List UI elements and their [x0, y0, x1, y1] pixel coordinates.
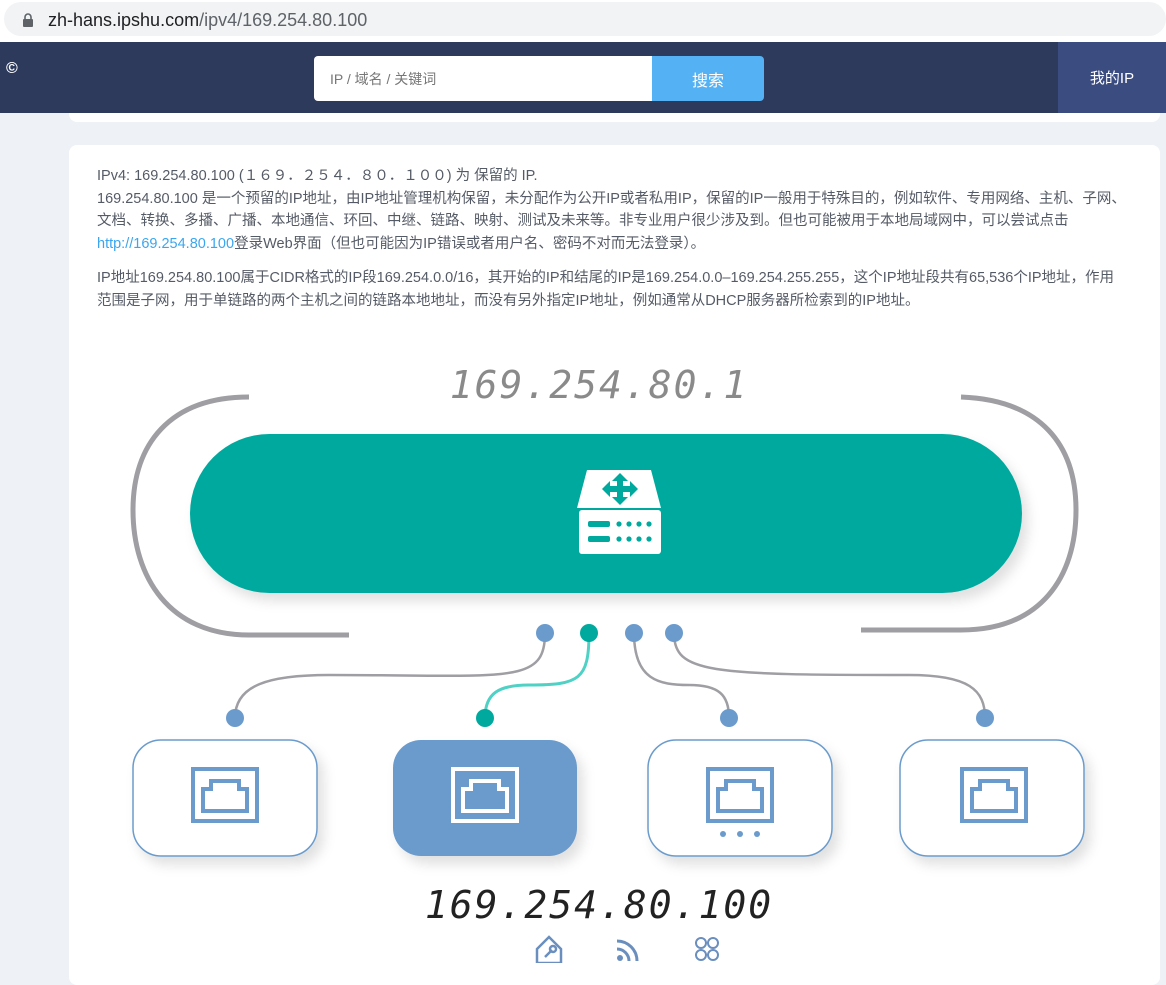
- rss-icon[interactable]: [616, 939, 639, 962]
- settings-icon[interactable]: [535, 935, 563, 963]
- network-diagram: [130, 394, 1085, 963]
- url-host: zh-hans.ipshu.com: [48, 10, 200, 30]
- search-input[interactable]: [314, 56, 652, 101]
- device-box-4: [899, 739, 1085, 857]
- url-path: /ipv4/169.254.80.100: [199, 10, 368, 30]
- address-field[interactable]: zh-hans.ipshu.com/ipv4/169.254.80.100: [4, 2, 1166, 36]
- device-port-4: [976, 709, 994, 727]
- uplink-port-active: [580, 624, 598, 642]
- link-line-1: [233, 632, 547, 719]
- previous-card: [69, 113, 1160, 122]
- uplink-port-1: [536, 624, 554, 642]
- lock-icon: [23, 13, 33, 27]
- device-port-active: [476, 709, 494, 727]
- browser-address-bar: zh-hans.ipshu.com/ipv4/169.254.80.100: [0, 0, 1166, 42]
- host-ip-label: 169.254.80.100: [424, 883, 774, 927]
- device-box-1: [132, 739, 318, 857]
- search-button[interactable]: 搜索: [652, 56, 764, 101]
- my-ip-button[interactable]: 我的IP: [1058, 42, 1166, 113]
- link-line-active: [483, 632, 591, 719]
- url-text[interactable]: zh-hans.ipshu.com/ipv4/169.254.80.100: [48, 10, 367, 31]
- device-box-3: [647, 739, 833, 857]
- device-port-1: [226, 709, 244, 727]
- router-icon: [577, 470, 661, 554]
- device-port-3: [720, 709, 738, 727]
- uplink-port-4: [665, 624, 683, 642]
- link-line-4: [672, 632, 987, 719]
- device-box-active: [393, 740, 577, 856]
- command-icon[interactable]: [695, 937, 719, 961]
- copyright-logo-icon[interactable]: ©: [6, 60, 18, 78]
- link-line-3: [632, 632, 731, 719]
- ip-info-card: IPv4: 169.254.80.100 (１６９．２５４．８０．１００) 为 …: [69, 145, 1160, 985]
- uplink-port-3: [625, 624, 643, 642]
- site-header: © 搜索 我的IP: [0, 42, 1166, 113]
